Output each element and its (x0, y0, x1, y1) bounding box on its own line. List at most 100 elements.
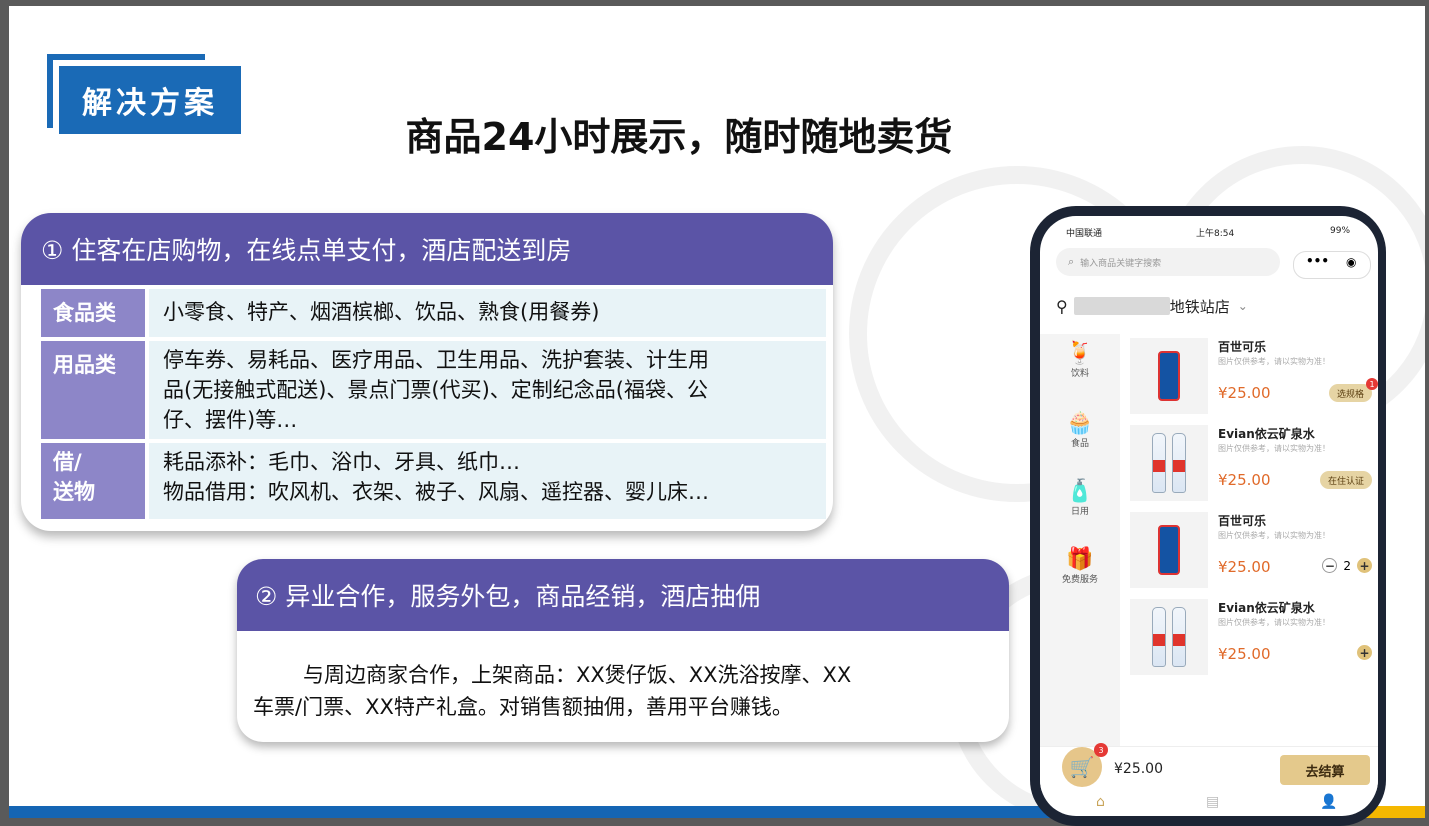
product-card[interactable]: Evian依云矿泉水 图片仅供参考，请以实物为准！ ¥25.00 + (1128, 595, 1372, 675)
sidebar-item-food[interactable]: 🧁 食品 (1040, 411, 1120, 450)
solution-card-1: ① 住客在店购物，在线点单支付，酒店配送到房 食品类 小零食、特产、烟酒槟榔、饮… (21, 213, 833, 531)
cart-bar: 🛒 3 ¥25.00 去结算 (1040, 743, 1378, 791)
guest-verify-button[interactable]: 在住认证 (1319, 471, 1372, 489)
time-label: 上午8:54 (1196, 229, 1235, 239)
close-icon[interactable]: ◉ (1346, 255, 1356, 269)
phone-screen: 中国联通 上午8:54 99% ⌕ 输入商品关键字搜索 ••• ◉ ⚲ 地铁站店… (1040, 216, 1378, 816)
button-label: 在住认证 (1327, 476, 1364, 487)
add-to-cart-button[interactable]: + (1357, 645, 1372, 660)
mini-program-capsule[interactable]: ••• ◉ (1293, 251, 1371, 279)
bottle-shape (1152, 433, 1166, 493)
store-name: 地铁站店 (1169, 297, 1230, 316)
checkout-button[interactable]: 去结算 (1280, 755, 1370, 785)
product-note: 图片仅供参考，请以实物为准！ (1218, 618, 1330, 627)
decrease-button[interactable]: − (1322, 558, 1338, 573)
table-row: 用品类 停车券、易耗品、医疗用品、卫生用品、洗护套装、计生用 品(无接触式配送)… (41, 341, 826, 439)
section-tag: 解决方案 (59, 66, 241, 134)
page-title: 商品24小时展示，随时随地卖货 (405, 115, 953, 159)
product-price: ¥25.00 (1218, 558, 1271, 576)
card-heading: ② 异业合作，服务外包，商品经销，酒店抽佣 (237, 559, 1009, 631)
carrier-label: 中国联通 (1066, 229, 1103, 239)
sidebar-item-label: 食品 (1070, 439, 1089, 449)
cart-total: ¥25.00 (1114, 761, 1163, 777)
category-label: 食品类 (41, 289, 145, 337)
category-description: 小零食、特产、烟酒槟榔、饮品、熟食(用餐券) (149, 289, 826, 337)
search-icon: ⌕ (1068, 255, 1075, 268)
bottle-shape (1152, 607, 1166, 667)
quantity-stepper: − 2 + (1322, 558, 1372, 573)
category-label: 用品类 (41, 341, 145, 439)
location-icon: ⚲ (1056, 296, 1068, 316)
category-label: 借/送物 (41, 443, 145, 519)
search-placeholder: 输入商品关键字搜索 (1080, 258, 1162, 269)
bottle-shape (1172, 607, 1186, 667)
product-card[interactable]: 百世可乐 图片仅供参考，请以实物为准！ ¥25.00 选规格 1 (1128, 334, 1378, 414)
product-note: 图片仅供参考，请以实物为准！ (1218, 357, 1330, 366)
chevron-down-icon: ⌄ (1237, 299, 1248, 313)
description-line: 品(无接触式配送)、景点门票(代买)、定制纪念品(福袋、公 (163, 378, 708, 402)
cake-icon: 🧁 (1066, 411, 1094, 436)
count-badge: 1 (1366, 378, 1378, 390)
product-name: Evian依云矿泉水 (1218, 601, 1315, 615)
product-card[interactable]: Evian依云矿泉水 图片仅供参考，请以实物为准！ ¥25.00 在住认证 (1128, 421, 1372, 501)
sidebar-item-label: 饮料 (1070, 369, 1089, 379)
quantity-value: 2 (1343, 558, 1351, 573)
card-body: 与周边商家合作，上架商品：XX煲仔饭、XX洗浴按摩、XX 车票/门票、XX特产礼… (253, 659, 993, 723)
product-price: ¥25.00 (1218, 471, 1271, 489)
can-illustration (1158, 351, 1180, 401)
sidebar-item-label: 免费服务 (1061, 575, 1098, 585)
sidebar-item-free-service[interactable]: 🎁 免费服务 (1040, 547, 1120, 586)
category-sidebar: 🍹 饮料 🧁 食品 🧴 日用 🎁 免费服务 (1040, 334, 1120, 764)
product-price: ¥25.00 (1218, 384, 1271, 402)
product-note: 图片仅供参考，请以实物为准！ (1218, 531, 1330, 540)
description-line: 物品借用：吹风机、衣架、被子、风扇、遥控器、婴儿床… (163, 480, 709, 504)
category-table: 食品类 小零食、特产、烟酒槟榔、饮品、熟食(用餐券) 用品类 停车券、易耗品、医… (41, 289, 826, 523)
sidebar-item-daily[interactable]: 🧴 日用 (1040, 479, 1120, 518)
table-row: 食品类 小零食、特产、烟酒槟榔、饮品、熟食(用餐券) (41, 289, 826, 337)
increase-button[interactable]: + (1357, 558, 1372, 573)
can-illustration (1158, 525, 1180, 575)
drink-icon: 🍹 (1066, 341, 1094, 366)
sidebar-item-label: 日用 (1070, 507, 1089, 517)
search-input[interactable]: ⌕ 输入商品关键字搜索 (1056, 248, 1280, 276)
home-icon[interactable]: ⌂ (1096, 794, 1105, 810)
button-label: 选规格 (1336, 389, 1364, 400)
product-image (1130, 512, 1208, 588)
description-line: 耗品添补：毛巾、浴巾、牙具、纸巾… (163, 450, 520, 474)
gift-icon: 🎁 (1066, 547, 1094, 572)
blurred-store-prefix (1073, 297, 1170, 315)
product-price: ¥25.00 (1218, 645, 1271, 663)
body-line: 车票/门票、XX特产礼盒。对销售额抽佣，善用平台赚钱。 (253, 695, 793, 719)
profile-icon[interactable]: 👤 (1320, 794, 1337, 810)
category-description: 耗品添补：毛巾、浴巾、牙具、纸巾… 物品借用：吹风机、衣架、被子、风扇、遥控器、… (149, 443, 826, 519)
body-line: 与周边商家合作，上架商品：XX煲仔饭、XX洗浴按摩、XX (303, 663, 852, 687)
quantity-stepper: + (1357, 645, 1372, 660)
bottles-illustration (1152, 607, 1186, 667)
product-card[interactable]: 百世可乐 图片仅供参考，请以实物为准！ ¥25.00 − 2 + (1128, 508, 1372, 588)
orders-icon[interactable]: ▤ (1206, 794, 1219, 810)
bottle-icon: 🧴 (1066, 479, 1094, 504)
cart-count-badge: 3 (1094, 743, 1108, 757)
more-icon[interactable]: ••• (1306, 254, 1329, 268)
product-note: 图片仅供参考，请以实物为准！ (1218, 444, 1330, 453)
store-selector[interactable]: ⚲ 地铁站店 ⌄ (1056, 294, 1356, 318)
product-image (1130, 425, 1208, 501)
description-line: 小零食、特产、烟酒槟榔、饮品、熟食(用餐券) (163, 300, 600, 324)
product-name: Evian依云矿泉水 (1218, 427, 1315, 441)
description-line: 停车券、易耗品、医疗用品、卫生用品、洗护套装、计生用 (163, 348, 709, 372)
card-heading: ① 住客在店购物，在线点单支付，酒店配送到房 (21, 213, 833, 285)
category-description: 停车券、易耗品、医疗用品、卫生用品、洗护套装、计生用 品(无接触式配送)、景点门… (149, 341, 826, 439)
product-name: 百世可乐 (1218, 340, 1267, 354)
battery-label: 99% (1330, 226, 1351, 236)
product-image (1130, 338, 1208, 414)
sidebar-item-drink[interactable]: 🍹 饮料 (1040, 341, 1120, 380)
select-spec-button[interactable]: 选规格 1 (1328, 378, 1378, 402)
product-name: 百世可乐 (1218, 514, 1267, 528)
bottle-shape (1172, 433, 1186, 493)
bottles-illustration (1152, 433, 1186, 493)
description-line: 仔、摆件)等… (163, 408, 298, 432)
tab-bar: ⌂ ▤ 👤 (1040, 792, 1378, 816)
product-image (1130, 599, 1208, 675)
status-bar: 中国联通 上午8:54 99% (1040, 216, 1378, 240)
table-row: 借/送物 耗品添补：毛巾、浴巾、牙具、纸巾… 物品借用：吹风机、衣架、被子、风扇… (41, 443, 826, 519)
